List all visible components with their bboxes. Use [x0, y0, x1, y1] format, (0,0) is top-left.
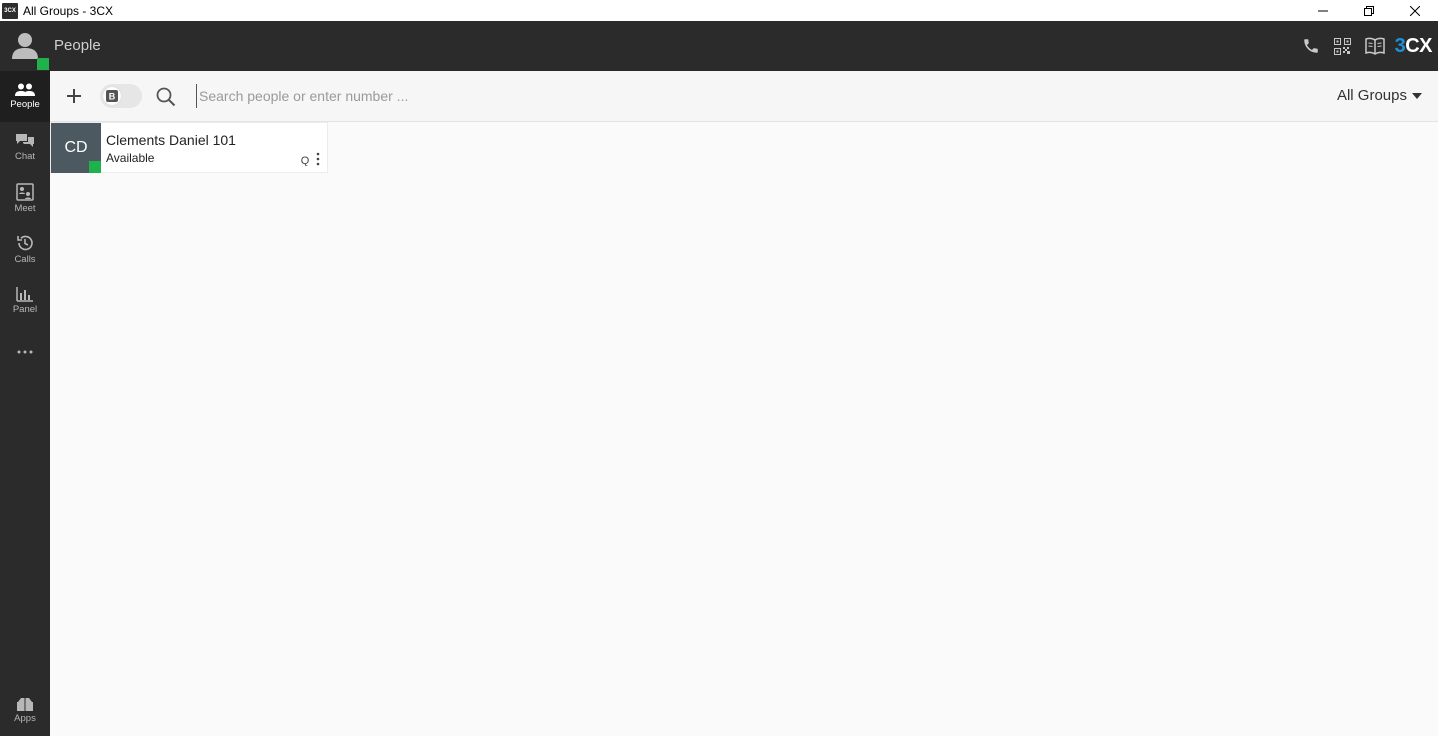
search-icon [156, 87, 176, 107]
history-icon [17, 235, 33, 251]
minimize-button[interactable] [1300, 0, 1346, 21]
sidebar-item-label: Chat [14, 151, 36, 162]
logo-prefix: 3 [1394, 34, 1406, 57]
sidebar-nav: People Chat Meet Calls Panel Apps [0, 71, 50, 736]
people-toolbar: B All Groups [50, 71, 1438, 122]
minimize-icon [1318, 10, 1328, 11]
window-title: All Groups - 3CX [23, 3, 114, 18]
contact-name: Clements Daniel 101 [106, 132, 236, 148]
chat-icon [16, 134, 34, 147]
groups-dropdown[interactable]: All Groups [1337, 87, 1422, 104]
sidebar-item-people[interactable]: People [0, 71, 50, 122]
panel-icon [16, 287, 33, 302]
app-header: People 3CX [0, 21, 1438, 71]
add-contact-button[interactable] [64, 86, 84, 106]
sidebar-more-button[interactable] [0, 326, 50, 377]
book-icon [1364, 37, 1385, 55]
toggle-icon-letter: B [109, 92, 116, 102]
close-button[interactable] [1392, 0, 1438, 21]
qr-code-button[interactable] [1327, 21, 1359, 71]
dialer-button[interactable] [1295, 21, 1327, 71]
queue-icon-letter: Q [301, 155, 310, 166]
toggle-knob: B [103, 87, 121, 105]
plus-icon [67, 89, 81, 103]
meet-icon [16, 183, 34, 201]
sidebar-item-label: People [10, 99, 40, 110]
restore-icon [1364, 5, 1374, 16]
people-icon [15, 83, 35, 96]
restore-button[interactable] [1346, 0, 1392, 21]
more-horizontal-icon [17, 350, 33, 353]
phone-icon [1303, 39, 1318, 53]
search-input[interactable] [196, 84, 796, 108]
contact-card[interactable]: CD Clements Daniel 101 Available Q [50, 122, 328, 173]
business-icon: B [106, 90, 118, 102]
more-vertical-icon[interactable] [315, 152, 321, 166]
logo-suffix: CX [1405, 34, 1432, 57]
app-logo-icon: 3CX [2, 2, 18, 19]
user-manual-button[interactable] [1359, 21, 1391, 71]
sidebar-item-chat[interactable]: Chat [0, 122, 50, 173]
sidebar-item-label: Panel [12, 304, 38, 315]
header-actions: 3CX [1295, 21, 1432, 71]
window-titlebar: 3CX All Groups - 3CX [0, 0, 1438, 21]
chevron-down-icon [1412, 92, 1422, 99]
user-icon [12, 33, 38, 59]
groups-dropdown-label: All Groups [1336, 87, 1407, 104]
qr-code-icon [1334, 37, 1352, 55]
window-controls [1300, 0, 1438, 21]
sidebar-item-apps[interactable]: Apps [0, 685, 50, 736]
close-icon [1410, 5, 1420, 16]
3cx-logo: 3CX [1394, 34, 1433, 58]
contact-status: Available [106, 151, 155, 165]
sidebar-item-label: Apps [14, 713, 36, 724]
sidebar-item-label: Calls [14, 254, 36, 265]
sidebar-item-meet[interactable]: Meet [0, 173, 50, 224]
queue-icon[interactable]: Q [299, 154, 311, 166]
sidebar-item-panel[interactable]: Panel [0, 275, 50, 326]
user-presence-indicator [37, 58, 49, 70]
sidebar-item-calls[interactable]: Calls [0, 224, 50, 275]
business-contacts-toggle[interactable]: B [100, 84, 142, 108]
contact-presence-indicator [89, 161, 101, 173]
apps-icon [17, 698, 33, 711]
sidebar-item-label: Meet [14, 203, 36, 214]
page-title: People [54, 37, 101, 54]
